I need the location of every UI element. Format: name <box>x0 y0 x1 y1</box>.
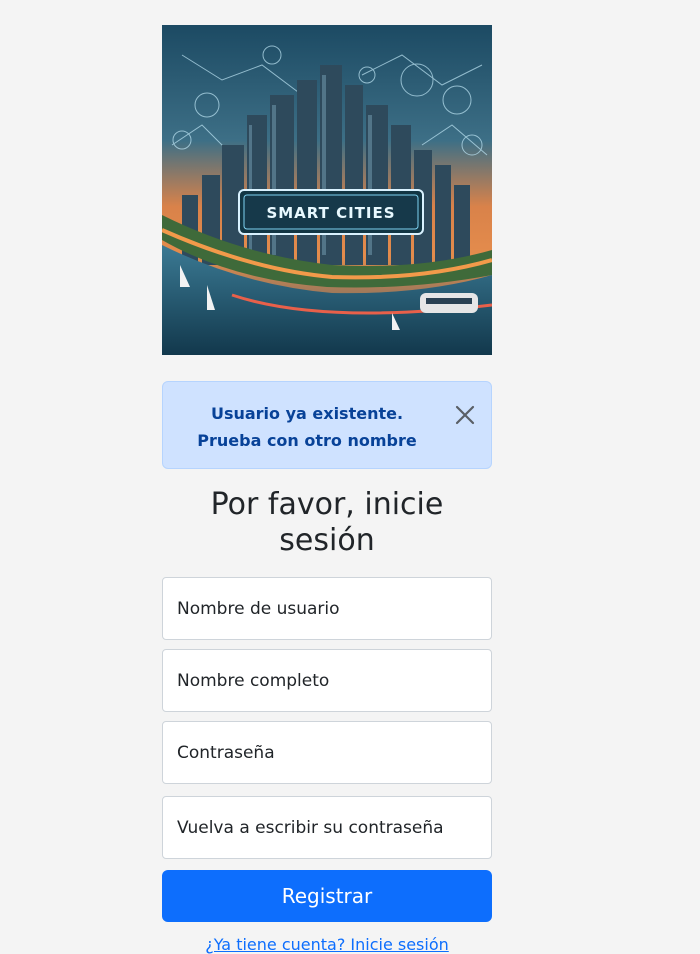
alert-message: Usuario ya existente. Prueba con otro no… <box>197 404 417 450</box>
register-button[interactable]: Registrar <box>162 870 492 922</box>
confirm-password-field[interactable] <box>162 796 492 859</box>
hero-sign-text: SMART CITIES <box>266 204 395 222</box>
username-field[interactable] <box>162 577 492 640</box>
register-form: SMART CITIES Usuario ya existente. Prueb… <box>162 25 492 954</box>
close-icon[interactable] <box>453 403 477 427</box>
error-alert: Usuario ya existente. Prueba con otro no… <box>162 381 492 469</box>
fullname-field[interactable] <box>162 649 492 712</box>
page-title: Por favor, inicie sesión <box>210 487 444 558</box>
smart-cities-image: SMART CITIES <box>162 25 492 355</box>
password-field[interactable] <box>162 721 492 784</box>
login-link[interactable]: ¿Ya tiene cuenta? Inicie sesión <box>162 935 492 954</box>
